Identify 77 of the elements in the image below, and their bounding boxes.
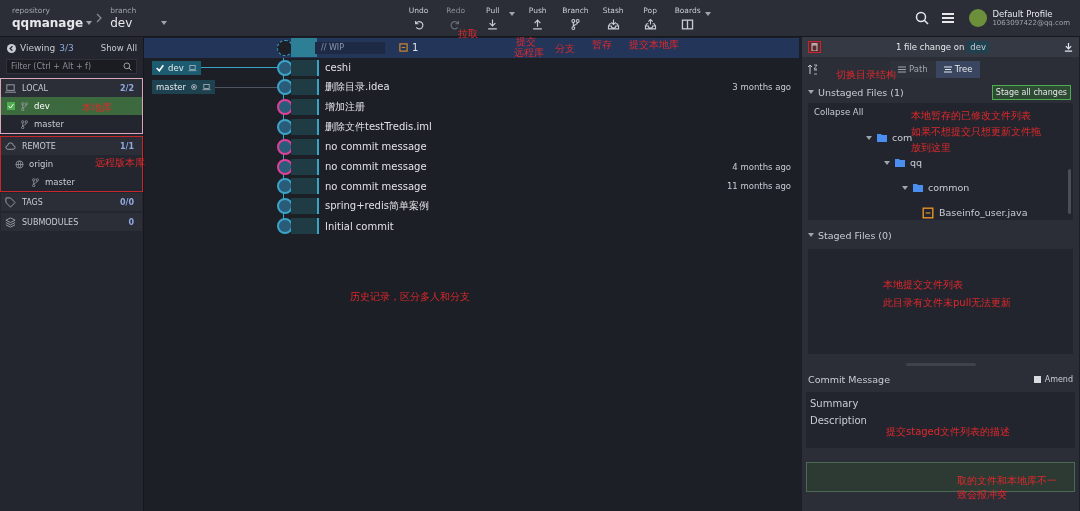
branch-selector[interactable]: dev <box>110 14 168 31</box>
viewing-label: Viewing <box>20 43 56 53</box>
description-field[interactable]: Description <box>810 415 900 426</box>
section-header[interactable]: TAGS 0/0 <box>1 193 142 211</box>
annotation-note: 暂存 <box>592 38 612 51</box>
annotation-note: 放到这里 <box>911 141 951 154</box>
commit-message: ceshi <box>325 62 351 74</box>
commit-row[interactable]: spring+redis简单案例 <box>144 196 799 217</box>
file-count: 1 <box>412 42 419 54</box>
commit-message-title: Commit Message <box>808 373 890 385</box>
commit-time: 11 months ago <box>726 181 792 192</box>
show-all-button[interactable]: Show All <box>100 43 137 53</box>
annotation-note: 历史记录，区分多人和分支 <box>350 290 470 303</box>
section-title: LOCAL <box>22 83 48 93</box>
profile-name: Default Profile <box>992 9 1054 19</box>
annotation-note: 提交本地库 <box>629 38 679 51</box>
change-summary: 1 file change on <box>896 42 965 52</box>
annotation-note: 本地提交文件列表 <box>883 278 963 291</box>
branch-item[interactable]: master <box>1 173 79 191</box>
stage-all-button[interactable]: Stage all changes <box>991 84 1071 100</box>
branch-tag: dev <box>967 41 989 53</box>
commit-row[interactable]: dev ceshi <box>144 57 799 78</box>
commit-row[interactable]: master 删除目录.idea 3 months ago <box>144 77 799 98</box>
commit-row[interactable]: 删除文件testTredis.iml <box>144 117 799 137</box>
repository-selector[interactable]: qqmanage <box>12 14 93 31</box>
wip-message-field[interactable]: // WIP <box>315 41 385 54</box>
collapse-all-button[interactable]: Collapse All <box>814 107 864 119</box>
annotation-note: 此目录有文件未pull无法更新 <box>883 296 1012 309</box>
branch-tag[interactable]: dev <box>152 60 201 75</box>
view-mode-tab[interactable]: Tree <box>935 60 981 78</box>
annotation-note: 致会报冲突 <box>957 488 1007 501</box>
folder-name[interactable]: qq <box>910 157 923 168</box>
amend-label: Amend <box>1044 374 1073 384</box>
commit-time: 3 months ago <box>732 82 792 93</box>
commit-message: 删除文件testTredis.iml <box>325 120 432 135</box>
section-title: REMOTE <box>22 141 56 151</box>
commit-row[interactable]: no commit message 11 months ago <box>144 176 799 197</box>
commit-message: 删除目录.idea <box>325 80 390 95</box>
commit-row[interactable]: Initial commit <box>144 216 799 236</box>
filter-field[interactable]: Filter (Ctrl + Alt + f) <box>6 59 137 74</box>
folder-name[interactable]: common <box>928 182 970 193</box>
commit-message: no commit message <box>325 141 427 153</box>
branch-tag[interactable]: master <box>152 80 215 95</box>
commit-time: 4 months ago <box>732 161 792 172</box>
remote-item[interactable]: origin <box>1 155 58 173</box>
commit-message: spring+redis简单案例 <box>325 199 429 214</box>
section-title: TAGS <box>22 197 43 207</box>
commit-row[interactable]: no commit message <box>144 137 799 157</box>
file-name[interactable]: Baseinfo_user.java <box>939 207 1028 218</box>
annotation-note: 提交staged文件列表的描述 <box>886 425 1011 438</box>
commit-message: no commit message <box>325 180 427 192</box>
commit-row[interactable]: 增加注册 <box>144 97 799 118</box>
section-title: SUBMODULES <box>22 217 79 227</box>
staged-title[interactable]: Staged Files (0) <box>818 229 892 241</box>
annotation-note: 取的文件和本地库不一 <box>957 474 1057 487</box>
commit-message: Initial commit <box>325 220 394 232</box>
annotation-note: 远程库 <box>514 46 544 59</box>
branch-item[interactable]: master <box>1 115 142 133</box>
commit-row[interactable]: no commit message 4 months ago <box>144 156 799 177</box>
section-count: 0/0 <box>119 197 134 207</box>
section-header[interactable]: LOCAL 2/2 <box>1 79 142 97</box>
annotation-note: 本地库 <box>82 101 112 114</box>
unstaged-title[interactable]: Unstaged Files (1) <box>818 86 904 98</box>
annotation-note: 本地暂存的已修改文件列表 <box>911 109 1031 122</box>
summary-field[interactable]: Summary <box>810 398 900 409</box>
section-count: 1/1 <box>119 141 134 151</box>
section-count: 0 <box>128 217 134 227</box>
annotation-note: 拉取 <box>458 27 478 40</box>
section-header[interactable]: SUBMODULES 0 <box>1 213 142 231</box>
annotation-note: 提交 <box>516 35 536 47</box>
section-header[interactable]: REMOTE 1/1 <box>1 137 142 155</box>
viewing-count: 3/3 <box>59 43 74 53</box>
commit-message: no commit message <box>325 161 427 173</box>
annotation-note: 分支 <box>555 42 575 55</box>
annotation-note: 如果不想提交只想更新文件拖 <box>911 125 1041 137</box>
commit-message: 增加注册 <box>325 100 365 115</box>
section-count: 2/2 <box>119 83 134 93</box>
